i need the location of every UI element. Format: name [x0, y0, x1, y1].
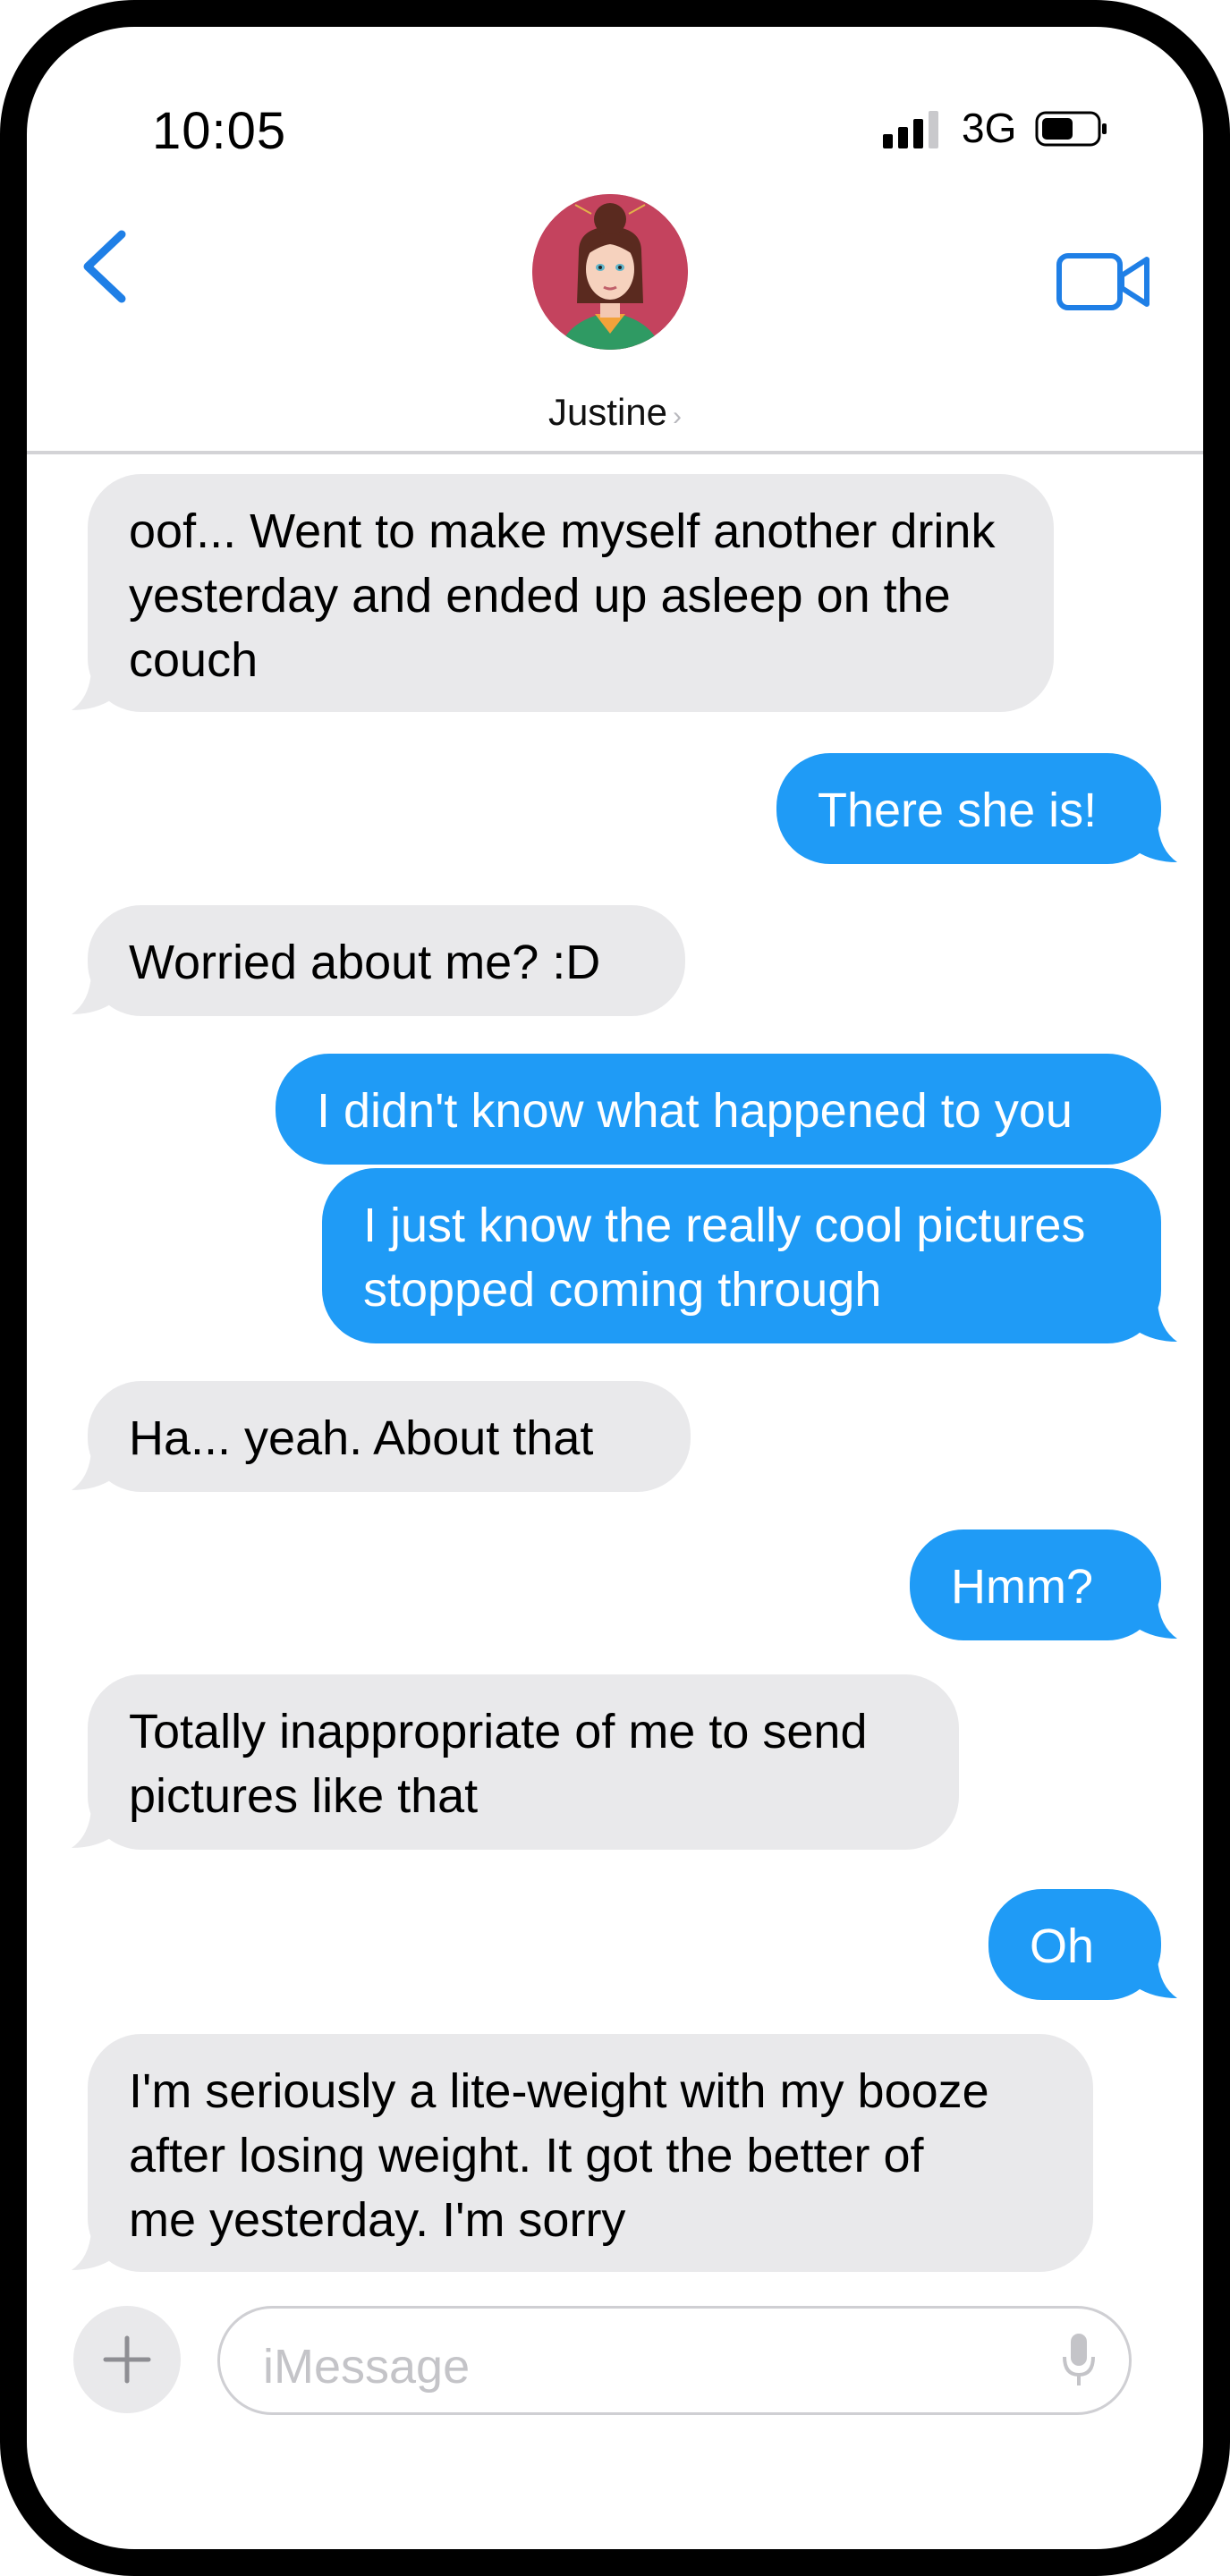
- battery-icon: [1035, 111, 1107, 147]
- message-text-line: oof... Went to make myself another drink: [129, 504, 996, 558]
- bubble-tail: [1134, 823, 1177, 862]
- message-text-line: I'm seriously a lite-weight with my booz…: [129, 2064, 989, 2118]
- message-text-line: Hmm?: [951, 1560, 1093, 1614]
- avatar-illustration: [532, 194, 688, 350]
- message-text-line: couch: [129, 633, 259, 687]
- outgoing-message-bubble[interactable]: I didn't know what happened to you: [276, 1054, 1161, 1165]
- message-text-line: Totally inappropriate of me to send: [129, 1705, 868, 1758]
- phone-frame: 10:05 3G Justine › oof... Went to make m…: [0, 0, 1230, 2576]
- back-chevron-icon[interactable]: [70, 222, 138, 311]
- message-text-line: There she is!: [818, 784, 1098, 837]
- add-attachment-button[interactable]: [73, 2306, 181, 2413]
- message-text-line: Oh: [1030, 1919, 1095, 1973]
- bubble-tail: [72, 671, 115, 710]
- bubble-tail: [1134, 1959, 1177, 1998]
- bubble-tail: [1134, 1599, 1177, 1639]
- message-text-line: stopped coming through: [363, 1263, 882, 1317]
- message-text-line: yesterday and ended up asleep on the: [129, 569, 951, 623]
- message-input[interactable]: iMessage: [217, 2306, 1132, 2415]
- message-input-placeholder: iMessage: [263, 2340, 471, 2394]
- signal-icon: [883, 111, 938, 148]
- incoming-message-bubble[interactable]: oof... Went to make myself another drink…: [88, 474, 1054, 712]
- contact-avatar[interactable]: [532, 194, 688, 350]
- message-text-line: I didn't know what happened to you: [317, 1084, 1073, 1138]
- microphone-icon[interactable]: [1061, 2332, 1097, 2389]
- network-type: 3G: [962, 105, 1017, 151]
- bubble-tail: [72, 1451, 115, 1490]
- message-text-line: Worried about me? :D: [129, 936, 601, 989]
- bubble-tail: [72, 1809, 115, 1848]
- incoming-message-bubble[interactable]: Worried about me? :D: [88, 905, 685, 1016]
- plus-icon: [103, 2335, 151, 2384]
- incoming-message-bubble[interactable]: I'm seriously a lite-weight with my booz…: [88, 2034, 1093, 2272]
- message-text-line: after losing weight. It got the better o…: [129, 2129, 924, 2182]
- bubble-tail: [72, 2231, 115, 2270]
- message-text-line: pictures like that: [129, 1769, 479, 1823]
- status-time: 10:05: [152, 102, 287, 160]
- message-text-line: I just know the really cool pictures: [363, 1199, 1086, 1252]
- contact-name: Justine: [547, 391, 668, 433]
- incoming-message-bubble[interactable]: Totally inappropriate of me to send pictu…: [88, 1674, 959, 1850]
- incoming-message-bubble[interactable]: Ha... yeah. About that: [88, 1381, 691, 1492]
- outgoing-message-bubble[interactable]: I just know the really cool pictures stop…: [322, 1168, 1161, 1343]
- outgoing-message-bubble[interactable]: Hmm?: [910, 1530, 1161, 1640]
- bubble-tail: [72, 975, 115, 1014]
- video-camera-icon[interactable]: [1056, 250, 1152, 313]
- bubble-tail: [1134, 1302, 1177, 1342]
- outgoing-message-bubble[interactable]: There she is!: [776, 753, 1161, 864]
- contact-name-button[interactable]: Justine ›: [27, 391, 1203, 434]
- header-divider: [27, 451, 1203, 454]
- message-text-line: me yesterday. I'm sorry: [129, 2193, 626, 2247]
- message-text-line: Ha... yeah. About that: [129, 1411, 594, 1465]
- chevron-right-icon: ›: [673, 402, 683, 431]
